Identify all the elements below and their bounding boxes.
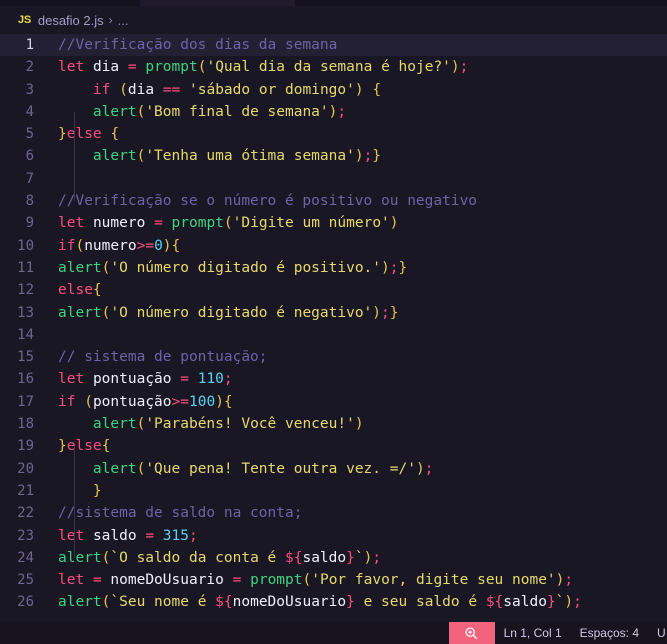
code-line-content[interactable]: let saldo = 315; xyxy=(48,525,667,547)
code-line-content[interactable]: alert('Que pena! Tente outra vez. =/'); xyxy=(48,458,667,480)
code-editor[interactable]: 1 //Verificação dos dias da semana 2 let di… xyxy=(0,34,667,622)
code-line[interactable]: 11 alert('O número digitado é positivo.')… xyxy=(0,257,667,279)
line-number: 25 xyxy=(17,572,34,589)
javascript-file-icon: JS xyxy=(18,14,31,26)
status-cursor-position[interactable]: Ln 1, Col 1 xyxy=(495,622,571,644)
line-number: 12 xyxy=(17,282,34,299)
line-number: 8 xyxy=(25,193,34,210)
code-line[interactable]: 5 }else { xyxy=(0,123,667,145)
code-line[interactable]: 20 alert('Que pena! Tente outra vez. =/'… xyxy=(0,458,667,480)
line-number: 2 xyxy=(25,59,34,76)
code-line[interactable]: 15 // sistema de pontuação; xyxy=(0,346,667,368)
code-line-content[interactable]: alert('O número digitado é positivo.');} xyxy=(48,257,667,279)
code-line-content[interactable]: let dia = prompt('Qual dia da semana é h… xyxy=(48,56,667,78)
code-line-content[interactable]: if(numero>=0){ xyxy=(48,235,667,257)
line-number: 18 xyxy=(17,416,34,433)
zoom-in-icon[interactable] xyxy=(448,622,495,644)
code-line[interactable]: 21 } xyxy=(0,480,667,502)
line-number: 9 xyxy=(25,215,34,232)
code-line[interactable]: 25 let = nomeDoUsuario = prompt('Por favo… xyxy=(0,569,667,591)
line-number: 20 xyxy=(17,460,34,477)
code-line[interactable]: 3 if (dia == 'sábado or domingo') { xyxy=(0,79,667,101)
breadcrumb[interactable]: JS desafio 2.js › ... xyxy=(0,6,667,34)
code-line[interactable]: 9 let numero = prompt('Digite um número') xyxy=(0,212,667,234)
line-number: 3 xyxy=(25,81,34,98)
code-line[interactable]: 17 if (pontuação>=100){ xyxy=(0,391,667,413)
line-number: 15 xyxy=(17,349,34,366)
chevron-right-icon: › xyxy=(108,13,113,27)
line-number: 11 xyxy=(17,259,34,276)
code-line[interactable]: 10 if(numero>=0){ xyxy=(0,235,667,257)
code-lines[interactable]: 1 //Verificação dos dias da semana 2 let di… xyxy=(0,34,667,614)
breadcrumb-file-name[interactable]: desafio 2.js xyxy=(38,13,104,28)
code-line[interactable]: 19 }else{ xyxy=(0,435,667,457)
code-line[interactable]: 4 alert('Bom final de semana'); xyxy=(0,101,667,123)
status-bar: Ln 1, Col 1 Espaços: 4 U xyxy=(0,622,667,644)
line-number: 4 xyxy=(25,103,34,120)
code-line-content[interactable]: }else { xyxy=(48,123,667,145)
code-line-content[interactable]: // sistema de pontuação; xyxy=(48,346,667,368)
code-line[interactable]: 12 else{ xyxy=(0,279,667,301)
code-line[interactable]: 13 alert('O número digitado é negativo');… xyxy=(0,302,667,324)
line-number: 24 xyxy=(17,549,34,566)
code-line-content[interactable]: }else{ xyxy=(48,435,667,457)
vscode-window: JS desafio 2.js › ... 1 //Verificação dos… xyxy=(0,0,667,644)
line-number: 21 xyxy=(17,482,34,499)
line-number: 1 xyxy=(25,37,34,53)
code-line[interactable]: 14 xyxy=(0,324,667,346)
code-line[interactable]: 1 //Verificação dos dias da semana xyxy=(0,34,667,57)
code-line[interactable]: 16 let pontuação = 110; xyxy=(0,368,667,390)
code-line-content[interactable]: alert('Tenha uma ótima semana');} xyxy=(48,145,667,167)
breadcrumb-overflow[interactable]: ... xyxy=(118,13,129,28)
code-line-content[interactable]: alert('Bom final de semana'); xyxy=(48,101,667,123)
code-line[interactable]: 24 alert(`O saldo da conta é ${saldo}`); xyxy=(0,547,667,569)
code-line-content[interactable]: } xyxy=(48,480,667,502)
code-line-content[interactable]: alert('Parabéns! Você venceu!') xyxy=(48,413,667,435)
code-line-content[interactable]: else{ xyxy=(48,279,667,301)
line-number: 10 xyxy=(17,237,34,254)
code-line[interactable]: 7 xyxy=(0,168,667,190)
line-number: 26 xyxy=(17,594,34,611)
line-number: 23 xyxy=(17,527,34,544)
line-number: 7 xyxy=(25,170,34,187)
code-line[interactable]: 26 alert(`Seu nome é ${nomeDoUsuario} e s… xyxy=(0,591,667,613)
code-line-content[interactable]: if (dia == 'sábado or domingo') { xyxy=(48,79,667,101)
status-indentation[interactable]: Espaços: 4 xyxy=(571,622,648,644)
line-number: 13 xyxy=(17,304,34,321)
code-line-content[interactable]: //Verificação se o número é positivo ou … xyxy=(48,190,667,212)
code-line-content[interactable]: alert('O número digitado é negativo');} xyxy=(48,302,667,324)
code-line-content[interactable]: let = nomeDoUsuario = prompt('Por favor,… xyxy=(48,569,667,591)
code-line[interactable]: 18 alert('Parabéns! Você venceu!') xyxy=(0,413,667,435)
line-number: 5 xyxy=(25,126,34,143)
code-line[interactable]: 2 let dia = prompt('Qual dia da semana é … xyxy=(0,56,667,78)
code-line-content[interactable]: //Verificação dos dias da semana xyxy=(48,34,667,56)
line-number: 14 xyxy=(17,326,34,343)
code-line-content[interactable]: if (pontuação>=100){ xyxy=(48,391,667,413)
line-number: 6 xyxy=(25,148,34,165)
line-number: 17 xyxy=(17,393,34,410)
code-line-content[interactable]: alert(`Seu nome é ${nomeDoUsuario} e seu… xyxy=(48,591,667,613)
code-line-content[interactable]: alert(`O saldo da conta é ${saldo}`); xyxy=(48,547,667,569)
code-line[interactable]: 8 //Verificação se o número é positivo ou… xyxy=(0,190,667,212)
line-number: 22 xyxy=(17,505,34,522)
code-line-content[interactable]: let numero = prompt('Digite um número') xyxy=(48,212,667,234)
code-line-content[interactable]: //sistema de saldo na conta; xyxy=(48,502,667,524)
status-encoding[interactable]: U xyxy=(648,622,667,644)
code-line[interactable]: 6 alert('Tenha uma ótima semana');} xyxy=(0,145,667,167)
code-line[interactable]: 22 //sistema de saldo na conta; xyxy=(0,502,667,524)
code-line-content[interactable]: let pontuação = 110; xyxy=(48,368,667,390)
line-number: 19 xyxy=(17,438,34,455)
code-line[interactable]: 23 let saldo = 315; xyxy=(0,525,667,547)
line-number: 16 xyxy=(17,371,34,388)
